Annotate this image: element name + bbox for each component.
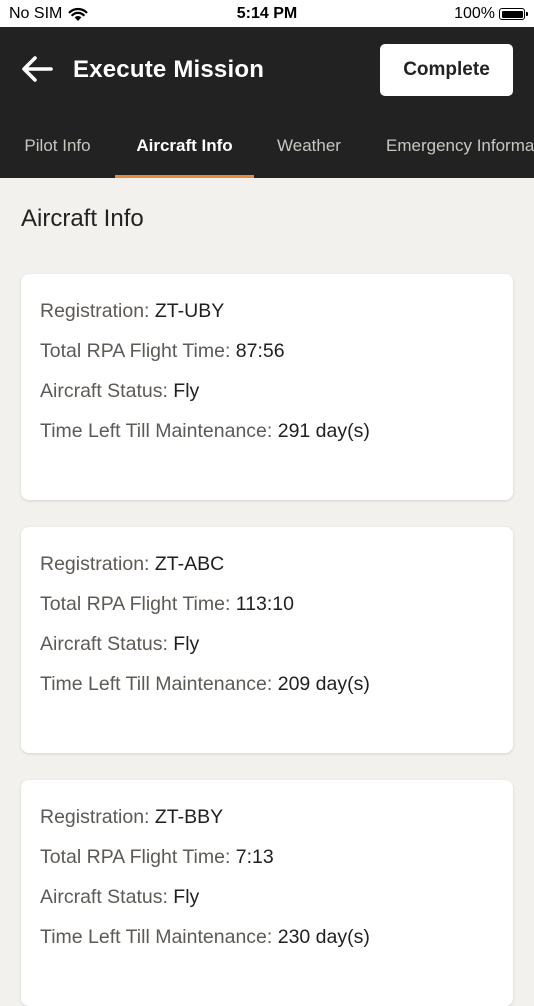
- battery-icon: [499, 8, 528, 20]
- flight-time-label: Total RPA Flight Time:: [40, 593, 231, 615]
- registration-value: ZT-ABC: [154, 553, 225, 575]
- status-value: Fly: [173, 886, 200, 908]
- maintenance-value: 291 day(s): [277, 420, 370, 442]
- status-label: Aircraft Status:: [40, 886, 168, 908]
- registration-value: ZT-UBY: [154, 300, 225, 322]
- status-label: Aircraft Status:: [40, 633, 168, 655]
- maintenance-row: Time Left Till Maintenance: 230 day(s): [40, 926, 370, 949]
- section-title: Aircraft Info: [21, 205, 144, 232]
- flight-time-row: Total RPA Flight Time: 87:56: [40, 340, 285, 363]
- maintenance-row: Time Left Till Maintenance: 209 day(s): [40, 673, 370, 696]
- status-label: Aircraft Status:: [40, 380, 168, 402]
- status-row: Aircraft Status: Fly: [40, 886, 199, 909]
- complete-button[interactable]: Complete: [380, 44, 513, 96]
- back-arrow-icon[interactable]: [20, 54, 54, 84]
- registration-value: ZT-BBY: [154, 806, 224, 828]
- maintenance-label: Time Left Till Maintenance:: [40, 420, 273, 442]
- registration-label: Registration:: [40, 806, 150, 828]
- tab-pilot-info[interactable]: Pilot Info: [0, 119, 115, 178]
- status-bar: No SIM 5:14 PM 100%: [0, 0, 534, 27]
- maintenance-row: Time Left Till Maintenance: 291 day(s): [40, 420, 370, 443]
- app-header: Execute Mission Complete Pilot Info Airc…: [0, 27, 534, 178]
- status-value: Fly: [173, 380, 200, 402]
- flight-time-value: 7:13: [235, 846, 274, 868]
- page-title: Execute Mission: [73, 56, 265, 83]
- status-bar-right: 100%: [454, 5, 528, 23]
- registration-row: Registration: ZT-ABC: [40, 553, 224, 576]
- tab-aircraft-info[interactable]: Aircraft Info: [115, 119, 254, 178]
- flight-time-value: 87:56: [235, 340, 285, 362]
- status-value: Fly: [173, 633, 200, 655]
- tab-emergency-information[interactable]: Emergency Information: [364, 119, 534, 178]
- tab-weather[interactable]: Weather: [254, 119, 364, 178]
- maintenance-value: 209 day(s): [277, 673, 370, 695]
- flight-time-value: 113:10: [235, 593, 294, 615]
- registration-label: Registration:: [40, 300, 150, 322]
- aircraft-card[interactable]: Registration: ZT-ABC Total RPA Flight Ti…: [21, 527, 513, 753]
- tab-bar: Pilot Info Aircraft Info Weather Emergen…: [0, 119, 534, 178]
- aircraft-card[interactable]: Registration: ZT-UBY Total RPA Flight Ti…: [21, 274, 513, 500]
- flight-time-label: Total RPA Flight Time:: [40, 846, 231, 868]
- registration-label: Registration:: [40, 553, 150, 575]
- registration-row: Registration: ZT-BBY: [40, 806, 223, 829]
- status-row: Aircraft Status: Fly: [40, 633, 199, 656]
- maintenance-value: 230 day(s): [277, 926, 370, 948]
- maintenance-label: Time Left Till Maintenance:: [40, 673, 273, 695]
- status-row: Aircraft Status: Fly: [40, 380, 199, 403]
- flight-time-row: Total RPA Flight Time: 7:13: [40, 846, 274, 869]
- aircraft-card[interactable]: Registration: ZT-BBY Total RPA Flight Ti…: [21, 780, 513, 1006]
- maintenance-label: Time Left Till Maintenance:: [40, 926, 273, 948]
- flight-time-row: Total RPA Flight Time: 113:10: [40, 593, 294, 616]
- flight-time-label: Total RPA Flight Time:: [40, 340, 231, 362]
- battery-percent: 100%: [454, 5, 495, 22]
- registration-row: Registration: ZT-UBY: [40, 300, 224, 323]
